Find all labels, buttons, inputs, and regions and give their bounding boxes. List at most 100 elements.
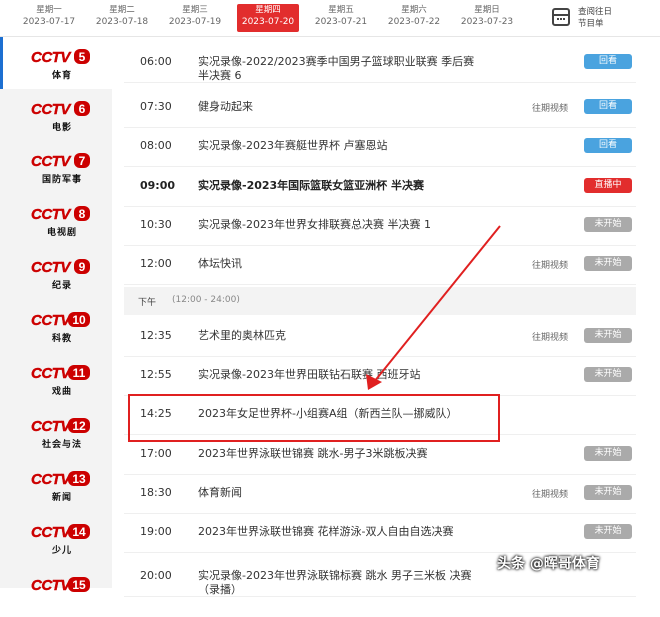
program-time: 08:00 [140, 139, 172, 152]
cctv-logo: CCTV 14 少儿 [30, 522, 94, 558]
date-tab-date: 2023-07-18 [95, 17, 149, 27]
program-title: 艺术里的奥林匹克 [198, 329, 286, 342]
channel-name: 电影 [52, 121, 72, 133]
date-tab-2023-07-23[interactable]: 星期日 2023-07-23 [456, 4, 518, 32]
channel-number: 6 [79, 102, 86, 116]
date-tab-2023-07-18[interactable]: 星期二 2023-07-18 [91, 4, 153, 32]
program-row[interactable]: 09:00 实况录像-2023年国际篮联女篮亚洲杯 半决赛 直播中 [124, 167, 636, 207]
cctv-logo: CCTV 13 新闻 [30, 469, 94, 505]
channel-cctv-11[interactable]: CCTV 11 戏曲 [0, 353, 112, 405]
status-badge[interactable]: 未开始 [584, 217, 632, 232]
program-time: 10:30 [140, 218, 172, 231]
channel-cctv-9[interactable]: CCTV 9 纪录 [0, 247, 112, 299]
program-title: 健身动起来 [198, 100, 253, 113]
program-time: 12:55 [140, 368, 172, 381]
logo-text: CCTV [31, 101, 72, 118]
program-row[interactable]: 06:00 实况录像-2022/2023赛季中国男子篮球职业联赛 季后赛 半决赛 … [124, 43, 636, 83]
logo-text: CCTV [31, 206, 72, 223]
status-badge[interactable]: 未开始 [584, 367, 632, 382]
program-row[interactable]: 18:30 体育新闻 往期视频 未开始 [124, 474, 636, 514]
logo-text: CCTV [31, 312, 72, 329]
status-badge[interactable]: 未开始 [584, 485, 632, 500]
program-title: 实况录像-2023年赛艇世界杯 卢塞恩站 [198, 139, 388, 152]
past-videos-link[interactable]: 往期视频 [532, 487, 568, 500]
program-title: 2023年世界泳联世锦赛 跳水-男子3米跳板决赛 [198, 447, 428, 460]
program-row[interactable]: 12:00 体坛快讯 往期视频 未开始 [124, 245, 636, 285]
highlight-box [128, 394, 500, 442]
logo-text: CCTV [31, 418, 72, 435]
cctv-logo: CCTV 7 国防军事 [30, 151, 94, 187]
cctv-logo: CCTV 12 社会与法 [30, 416, 94, 452]
calendar-line2: 节目单 [578, 19, 604, 29]
program-row[interactable]: 08:00 实况录像-2023年赛艇世界杯 卢塞恩站 回看 [124, 127, 636, 167]
channel-cctv-6[interactable]: CCTV 6 电影 [0, 89, 112, 141]
channel-cctv-14[interactable]: CCTV 14 少儿 [0, 512, 112, 564]
program-row[interactable]: 12:35 艺术里的奥林匹克 往期视频 未开始 [124, 317, 636, 357]
channel-cctv-15[interactable]: CCTV 15 [0, 565, 112, 617]
history-schedule-label: 查阅往日 节目单 [578, 6, 618, 30]
channel-cctv-13[interactable]: CCTV 13 新闻 [0, 459, 112, 511]
program-title: 实况录像-2023年世界泳联锦标赛 跳水 男子三米板 决赛（录播） [198, 569, 472, 596]
cctv-logo: CCTV 10 科教 [30, 310, 94, 346]
channel-name: 少儿 [51, 544, 72, 556]
cctv-logo: CCTV 8 电视剧 [30, 204, 94, 240]
logo-text: CCTV [31, 577, 72, 594]
cctv-logo: CCTV 5 体育 [30, 47, 94, 83]
channel-number: 8 [79, 207, 86, 221]
program-time: 20:00 [140, 569, 172, 582]
past-videos-link[interactable]: 往期视频 [532, 258, 568, 271]
status-badge[interactable]: 未开始 [584, 256, 632, 271]
status-badge[interactable]: 未开始 [584, 524, 632, 539]
date-tab-weekday: 星期六 [401, 5, 427, 15]
date-tab-date: 2023-07-17 [22, 17, 76, 27]
program-row[interactable]: 12:55 实况录像-2023年世界田联钻石联赛 西班牙站 未开始 [124, 356, 636, 396]
program-title: 实况录像-2023年世界女排联赛总决赛 半决赛 1 [198, 218, 431, 231]
date-tab-2023-07-22[interactable]: 星期六 2023-07-22 [383, 4, 445, 32]
channel-name: 体育 [52, 69, 72, 81]
date-tab-2023-07-17[interactable]: 星期一 2023-07-17 [18, 4, 80, 32]
status-badge[interactable]: 未开始 [584, 446, 632, 461]
program-time: 17:00 [140, 447, 172, 460]
channel-cctv-8[interactable]: CCTV 8 电视剧 [0, 194, 112, 246]
past-videos-link[interactable]: 往期视频 [532, 330, 568, 343]
status-badge[interactable]: 回看 [584, 99, 632, 114]
channel-name: 电视剧 [47, 226, 77, 238]
program-time: 09:00 [140, 179, 176, 192]
logo-text: CCTV [31, 49, 72, 66]
channel-number: 15 [72, 578, 86, 592]
channel-number: 10 [72, 313, 86, 327]
channel-number: 12 [72, 419, 86, 433]
section-label: 下午 [138, 298, 157, 308]
cctv-logo: CCTV 11 戏曲 [30, 363, 94, 399]
program-row[interactable]: 07:30 健身动起来 往期视频 回看 [124, 88, 636, 128]
program-title: 实况录像-2023年国际篮联女篮亚洲杯 半决赛 [198, 179, 425, 192]
channel-cctv-7[interactable]: CCTV 7 国防军事 [0, 141, 112, 193]
program-row[interactable]: 19:00 2023年世界泳联世锦赛 花样游泳-双人自由自选决赛 未开始 [124, 513, 636, 553]
channel-cctv-12[interactable]: CCTV 12 社会与法 [0, 406, 112, 458]
channel-name: 社会与法 [41, 438, 82, 450]
status-badge[interactable]: 回看 [584, 138, 632, 153]
date-bar: 星期一 2023-07-17 星期二 2023-07-18 星期三 2023-07-19 星… [0, 0, 660, 37]
channel-number: 7 [79, 154, 86, 168]
history-schedule-button[interactable]: 查阅往日 节目单 [552, 6, 642, 32]
date-tab-2023-07-19[interactable]: 星期三 2023-07-19 [164, 4, 226, 32]
program-row[interactable]: 10:30 实况录像-2023年世界女排联赛总决赛 半决赛 1 未开始 [124, 206, 636, 246]
channel-cctv-10[interactable]: CCTV 10 科教 [0, 300, 112, 352]
date-tab-date: 2023-07-23 [460, 17, 514, 27]
date-tab-2023-07-21[interactable]: 星期五 2023-07-21 [310, 4, 372, 32]
date-tab-date: 2023-07-21 [314, 17, 368, 27]
status-badge[interactable]: 回看 [584, 54, 632, 69]
channel-list: CCTV 5 体育 CCTV 6 电影 CCTV 7 国防军事 CCTV 8 电视剧 CCTV 9 纪录 CC… [0, 37, 112, 594]
status-badge[interactable]: 直播中 [584, 178, 632, 193]
section-range: (12:00 - 24:00) [172, 295, 240, 305]
program-time: 12:00 [140, 257, 172, 270]
cctv-logo: CCTV 9 纪录 [30, 257, 94, 293]
program-title: 体坛快讯 [198, 257, 242, 270]
past-videos-link[interactable]: 往期视频 [532, 101, 568, 114]
date-tab-weekday: 星期日 [474, 5, 500, 15]
status-badge[interactable]: 未开始 [584, 328, 632, 343]
date-tab-2023-07-20[interactable]: 星期四 2023-07-20 [237, 4, 299, 32]
date-tab-date: 2023-07-20 [241, 17, 295, 27]
channel-name: 新闻 [52, 491, 72, 503]
channel-cctv-5[interactable]: CCTV 5 体育 [0, 37, 112, 89]
